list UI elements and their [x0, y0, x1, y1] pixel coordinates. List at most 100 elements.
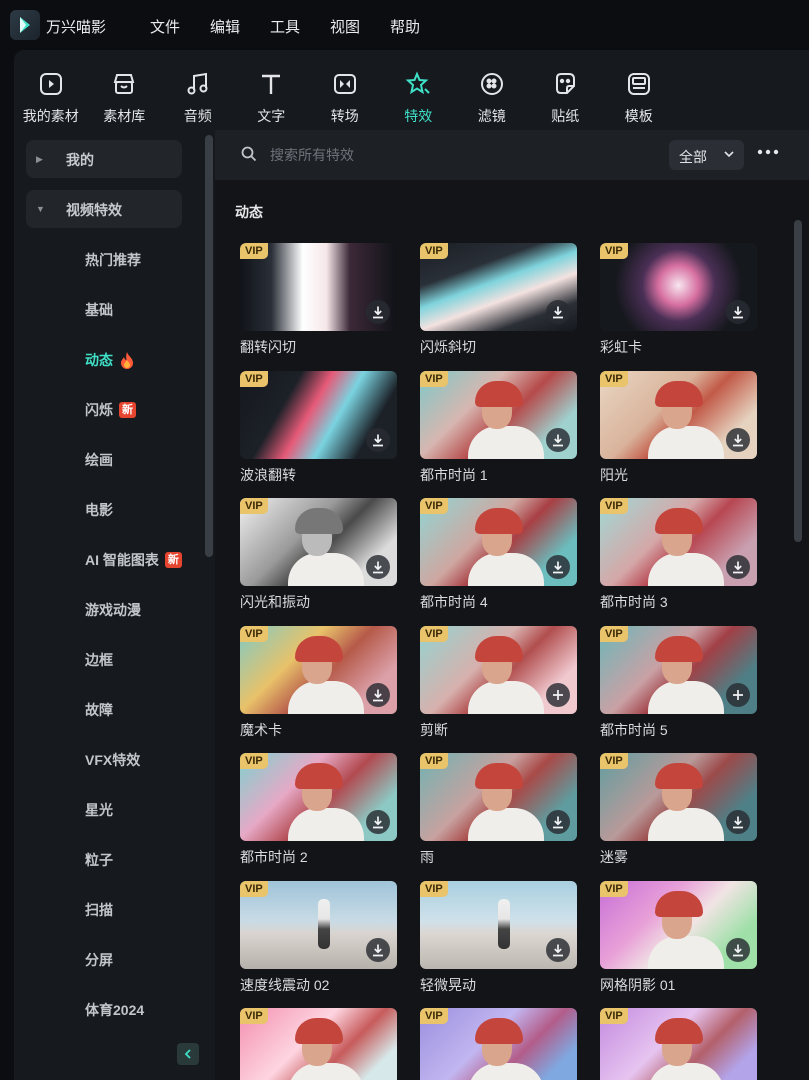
download-button[interactable]: [726, 427, 750, 452]
effect-thumbnail[interactable]: VIP: [240, 243, 397, 331]
sidebar-item-starlight[interactable]: 星光: [85, 800, 113, 820]
effect-card[interactable]: VIP: [420, 1008, 577, 1080]
sidebar-item-sports-2024[interactable]: 体育2024: [85, 1000, 144, 1020]
sidebar-item-vfx[interactable]: VFX特效: [85, 750, 140, 770]
effect-thumbnail[interactable]: VIP: [420, 243, 577, 331]
effect-thumbnail[interactable]: VIP: [420, 880, 577, 969]
download-button[interactable]: [366, 555, 390, 579]
effect-name: 阳光: [600, 466, 628, 483]
effect-card[interactable]: VIP 翻转闪切: [240, 243, 397, 357]
sidebar-item-dynamic[interactable]: 动态: [85, 350, 135, 370]
effect-thumbnail[interactable]: VIP: [240, 370, 397, 459]
effect-thumbnail[interactable]: VIP: [600, 370, 757, 459]
effect-card[interactable]: VIP: [600, 1008, 757, 1080]
effect-thumbnail[interactable]: VIP: [420, 1008, 577, 1080]
menu-edit[interactable]: 编辑: [210, 16, 270, 37]
effect-card[interactable]: VIP 魔术卡: [240, 625, 397, 740]
effect-thumbnail[interactable]: VIP: [600, 625, 757, 714]
sidebar-item-scan[interactable]: 扫描: [85, 900, 113, 920]
search-input[interactable]: [270, 143, 570, 167]
effect-thumbnail[interactable]: VIP: [420, 753, 577, 841]
effect-card[interactable]: VIP: [240, 1008, 397, 1080]
download-button[interactable]: [366, 427, 390, 452]
effect-thumbnail[interactable]: VIP: [600, 498, 757, 586]
sidebar-item-glitch[interactable]: 故障: [85, 700, 113, 720]
effect-thumbnail[interactable]: VIP: [600, 753, 757, 841]
collapse-sidebar-button[interactable]: [177, 1043, 199, 1065]
effect-card[interactable]: VIP 彩虹卡: [600, 243, 757, 357]
effect-thumbnail[interactable]: VIP: [420, 370, 577, 459]
download-button[interactable]: [546, 555, 570, 579]
tab-audio[interactable]: 音频: [161, 66, 235, 128]
sidebar-item-game-anime[interactable]: 游戏动漫: [85, 600, 141, 620]
tab-templates[interactable]: 模板: [602, 66, 676, 128]
more-options-button[interactable]: [756, 146, 780, 162]
sidebar-item-hot[interactable]: 热门推荐: [85, 250, 141, 270]
sidebar-group-mine[interactable]: ▶ 我的: [26, 140, 182, 178]
effect-card[interactable]: VIP 阳光: [600, 370, 757, 485]
sidebar-item-ai-chart[interactable]: AI 智能图表 新: [85, 550, 182, 570]
effect-thumbnail[interactable]: VIP: [600, 880, 757, 969]
effect-thumbnail[interactable]: VIP: [600, 243, 757, 331]
download-button[interactable]: [726, 300, 750, 324]
tab-text[interactable]: 文字: [235, 66, 309, 128]
filter-dropdown[interactable]: 全部: [669, 140, 744, 170]
menu-tools[interactable]: 工具: [270, 16, 330, 37]
effect-card[interactable]: VIP 速度线震动 02: [240, 880, 397, 995]
download-button[interactable]: [366, 810, 390, 834]
menu-file[interactable]: 文件: [150, 16, 210, 37]
download-button[interactable]: [726, 937, 750, 962]
download-button[interactable]: [366, 300, 390, 324]
add-button[interactable]: [726, 682, 750, 707]
sidebar-group-video-effects[interactable]: ▼ 视频特效: [26, 190, 182, 228]
add-button[interactable]: [546, 682, 570, 707]
tab-my-media[interactable]: 我的素材: [14, 66, 88, 128]
effect-thumbnail[interactable]: VIP: [420, 625, 577, 714]
download-button[interactable]: [546, 810, 570, 834]
effect-card[interactable]: VIP 都市时尚 2: [240, 753, 397, 867]
download-button[interactable]: [366, 937, 390, 962]
download-button[interactable]: [546, 427, 570, 452]
tab-filters[interactable]: 滤镜: [455, 66, 529, 128]
effect-card[interactable]: VIP 闪光和振动: [240, 498, 397, 612]
effect-thumbnail[interactable]: VIP: [420, 498, 577, 586]
sidebar-item-particles[interactable]: 粒子: [85, 850, 113, 870]
effect-card[interactable]: VIP 波浪翻转: [240, 370, 397, 485]
effect-card[interactable]: VIP 都市时尚 5: [600, 625, 757, 740]
content-scrollbar[interactable]: [794, 220, 802, 542]
sidebar-item-label: 动态: [85, 352, 113, 368]
download-button[interactable]: [366, 682, 390, 707]
tab-stock-library[interactable]: 素材库: [88, 66, 162, 128]
effect-thumbnail[interactable]: VIP: [240, 753, 397, 841]
effect-card[interactable]: VIP 都市时尚 3: [600, 498, 757, 612]
sidebar-item-movie[interactable]: 电影: [85, 500, 113, 520]
effect-thumbnail[interactable]: VIP: [240, 1008, 397, 1080]
download-button[interactable]: [546, 937, 570, 962]
sidebar-item-basic[interactable]: 基础: [85, 300, 113, 320]
effect-card[interactable]: VIP 网格阴影 01: [600, 880, 757, 995]
sidebar-item-split-screen[interactable]: 分屏: [85, 950, 113, 970]
effect-card[interactable]: VIP 雨: [420, 753, 577, 867]
effect-thumbnail[interactable]: VIP: [240, 498, 397, 586]
effect-card[interactable]: VIP 都市时尚 1: [420, 370, 577, 485]
sidebar-item-painting[interactable]: 绘画: [85, 450, 113, 470]
download-button[interactable]: [726, 810, 750, 834]
tab-stickers[interactable]: 贴纸: [529, 66, 603, 128]
effect-card[interactable]: VIP 剪断: [420, 625, 577, 740]
download-button[interactable]: [546, 300, 570, 324]
download-button[interactable]: [726, 555, 750, 579]
effect-card[interactable]: VIP 闪烁斜切: [420, 243, 577, 357]
effect-thumbnail[interactable]: VIP: [600, 1008, 757, 1080]
effect-card[interactable]: VIP 轻微晃动: [420, 880, 577, 995]
tab-transition[interactable]: 转场: [308, 66, 382, 128]
effect-thumbnail[interactable]: VIP: [240, 880, 397, 969]
effect-card[interactable]: VIP 迷雾: [600, 753, 757, 867]
effect-thumbnail[interactable]: VIP: [240, 625, 397, 714]
effect-card[interactable]: VIP 都市时尚 4: [420, 498, 577, 612]
sidebar-scrollbar[interactable]: [205, 135, 213, 557]
sidebar-item-flicker[interactable]: 闪烁 新: [85, 400, 136, 420]
menu-view[interactable]: 视图: [330, 16, 390, 37]
sidebar-item-border[interactable]: 边框: [85, 650, 113, 670]
tab-effects[interactable]: 特效: [382, 66, 456, 128]
menu-help[interactable]: 帮助: [390, 16, 450, 37]
